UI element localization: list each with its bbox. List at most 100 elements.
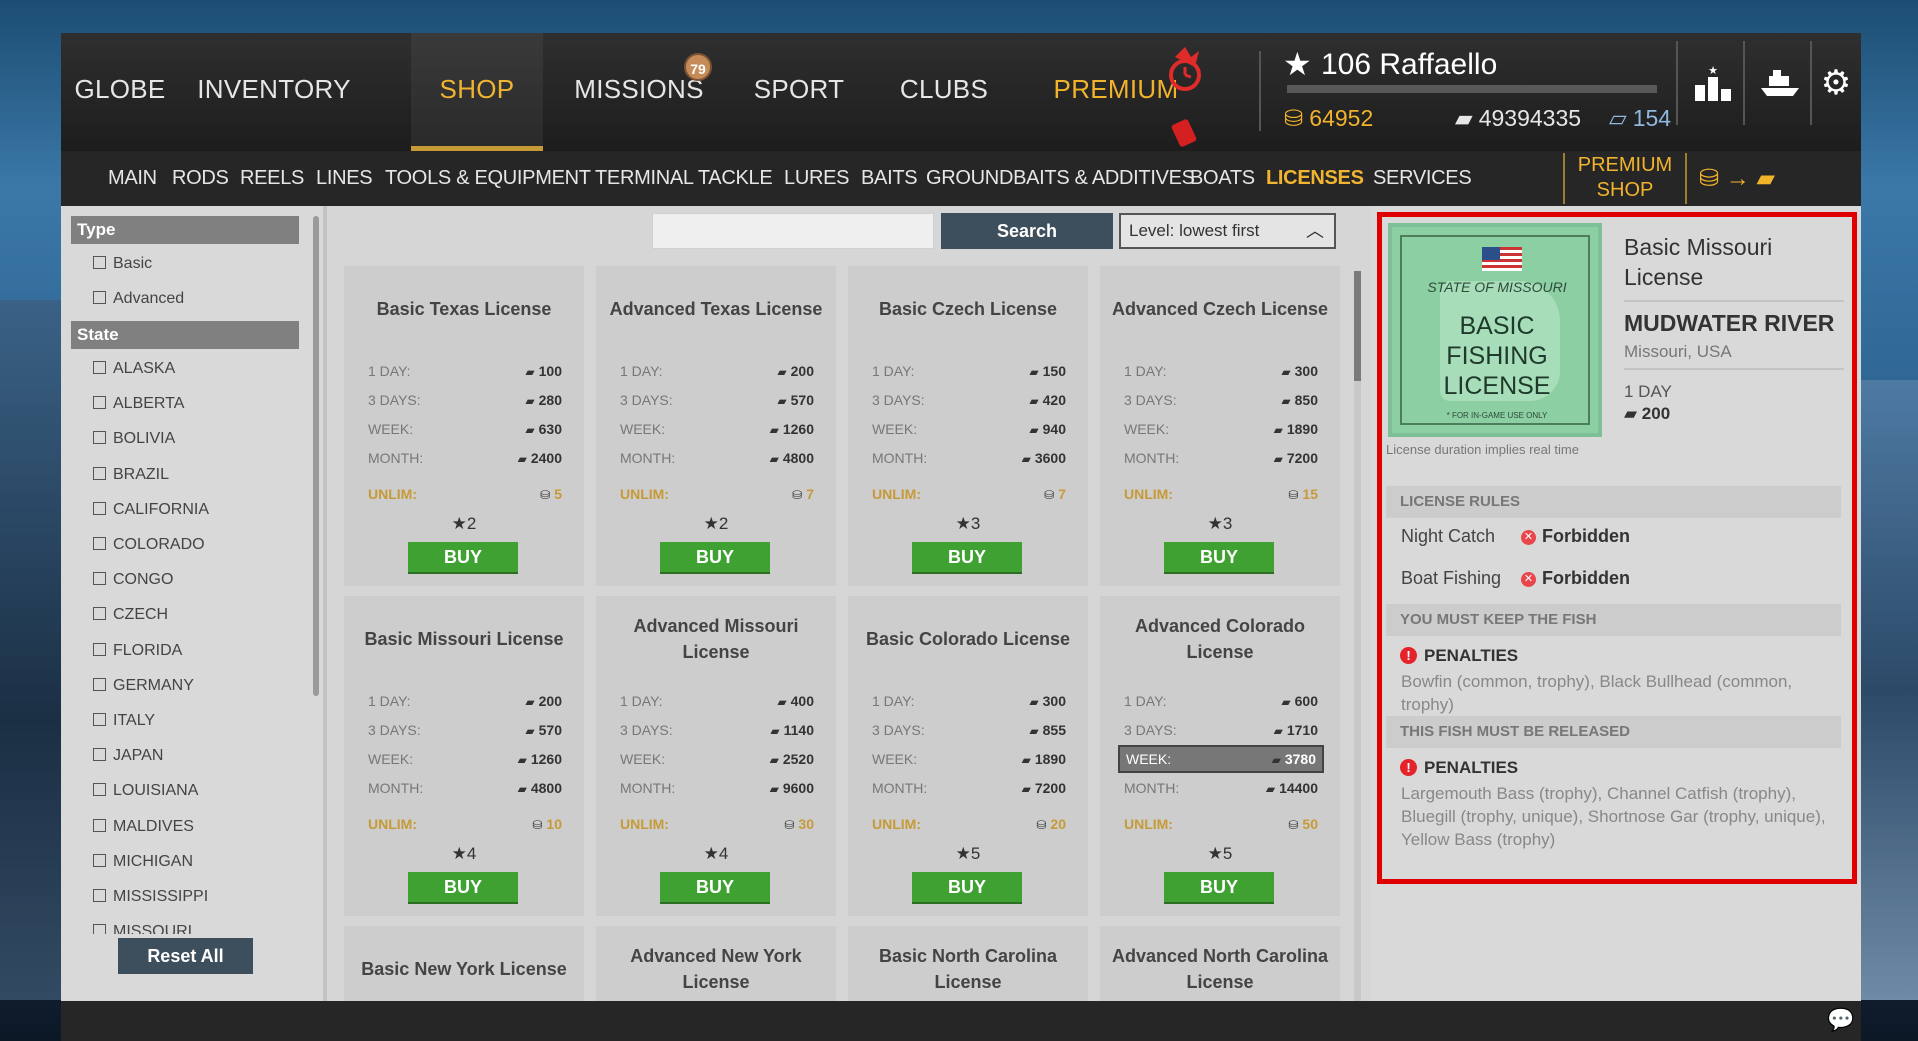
- boat-icon[interactable]: [1751, 41, 1809, 125]
- price-row-day[interactable]: 1 DAY: ▰ 150: [872, 361, 1066, 381]
- checkbox[interactable]: [93, 818, 106, 832]
- checkbox[interactable]: [93, 783, 106, 797]
- buy-button[interactable]: BUY: [1164, 872, 1274, 902]
- price-row-week[interactable]: WEEK: ▰ 1260: [368, 749, 562, 769]
- checkbox[interactable]: [93, 607, 106, 621]
- price-row-week[interactable]: WEEK: ▰ 2520: [620, 749, 814, 769]
- price-row-week[interactable]: WEEK: ▰ 940: [872, 419, 1066, 439]
- category-baits[interactable]: BAITS: [861, 151, 918, 206]
- license-card[interactable]: Basic New York License: [344, 926, 584, 1001]
- filter-state-item[interactable]: CONGO: [93, 570, 173, 590]
- license-card[interactable]: Advanced Colorado License 1 DAY: ▰ 600 3 DAY…: [1100, 596, 1340, 916]
- filter-state-item[interactable]: BOLIVIA: [93, 429, 175, 449]
- checkbox[interactable]: [93, 291, 106, 304]
- buy-button[interactable]: BUY: [1164, 542, 1274, 572]
- price-row-days3[interactable]: 3 DAYS: ▰ 855: [872, 720, 1066, 740]
- filter-state-item[interactable]: COLORADO: [93, 535, 205, 555]
- price-row-days3[interactable]: 3 DAYS: ▰ 1140: [620, 720, 814, 740]
- price-row-month[interactable]: MONTH: ▰ 3600: [872, 448, 1066, 468]
- price-row-month[interactable]: MONTH: ▰ 4800: [620, 448, 814, 468]
- checkbox[interactable]: [93, 713, 106, 726]
- checkbox[interactable]: [93, 677, 106, 691]
- checkbox[interactable]: [93, 642, 106, 656]
- license-card[interactable]: Basic Czech License 1 DAY: ▰ 150 3 DAYS: ▰ 420…: [848, 266, 1088, 586]
- price-row-unlim[interactable]: UNLIM: ⛁ 30: [620, 814, 814, 834]
- license-card[interactable]: Advanced Czech License 1 DAY: ▰ 300 3 DAYS: ▰…: [1100, 266, 1340, 586]
- filter-state-item[interactable]: ALASKA: [93, 359, 175, 379]
- category-tools-equipment[interactable]: TOOLS & EQUIPMENT: [385, 151, 591, 206]
- price-row-unlim[interactable]: UNLIM: ⛁ 5: [368, 484, 562, 504]
- category-reels[interactable]: REELS: [240, 151, 304, 206]
- price-row-unlim[interactable]: UNLIM: ⛁ 15: [1124, 484, 1318, 504]
- filter-state-item[interactable]: CALIFORNIA: [93, 500, 209, 520]
- filter-state-item[interactable]: MALDIVES: [93, 817, 194, 837]
- tab-shop[interactable]: SHOP: [411, 33, 543, 151]
- checkbox[interactable]: [93, 572, 106, 586]
- category-boats[interactable]: BOATS: [1190, 151, 1255, 206]
- price-row-day[interactable]: 1 DAY: ▰ 100: [368, 361, 562, 381]
- filter-state-item[interactable]: MISSOURI: [93, 922, 192, 935]
- license-card[interactable]: Basic Colorado License 1 DAY: ▰ 300 3 DAYS: ▰…: [848, 596, 1088, 916]
- search-button[interactable]: Search: [941, 213, 1113, 249]
- filter-state-item[interactable]: MISSISSIPPI: [93, 887, 208, 907]
- price-row-day[interactable]: 1 DAY: ▰ 400: [620, 691, 814, 711]
- leaderboard-icon[interactable]: ★: [1684, 41, 1742, 125]
- buy-button[interactable]: BUY: [408, 542, 518, 572]
- buy-button[interactable]: BUY: [408, 872, 518, 902]
- settings-gear-icon[interactable]: ⚙: [1813, 41, 1859, 125]
- checkbox[interactable]: [93, 431, 106, 445]
- price-row-unlim[interactable]: UNLIM: ⛁ 20: [872, 814, 1066, 834]
- premium-shop-button[interactable]: PREMIUM SHOP: [1563, 153, 1687, 204]
- price-row-days3[interactable]: 3 DAYS: ▰ 850: [1124, 390, 1318, 410]
- grid-scrollbar-thumb[interactable]: [1354, 271, 1361, 381]
- price-row-month[interactable]: MONTH: ▰ 7200: [1124, 448, 1318, 468]
- category-main[interactable]: MAIN: [108, 151, 157, 206]
- checkbox[interactable]: [93, 889, 106, 902]
- tab-globe[interactable]: GLOBE: [61, 33, 179, 151]
- category-licenses[interactable]: LICENSES: [1266, 151, 1364, 206]
- price-row-day[interactable]: 1 DAY: ▰ 600: [1124, 691, 1318, 711]
- license-card[interactable]: Advanced New York License: [596, 926, 836, 1001]
- license-card[interactable]: Basic Missouri License 1 DAY: ▰ 200 3 DAYS: ▰…: [344, 596, 584, 916]
- checkbox[interactable]: [93, 396, 106, 410]
- reset-all-button[interactable]: Reset All: [118, 938, 253, 974]
- filter-type-basic[interactable]: Basic: [93, 254, 152, 274]
- chat-icon[interactable]: 💬: [1827, 1007, 1855, 1033]
- filter-state-item[interactable]: MICHIGAN: [93, 852, 193, 872]
- price-row-month[interactable]: MONTH: ▰ 9600: [620, 778, 814, 798]
- category-groundbaits[interactable]: GROUNDBAITS & ADDITIVES: [926, 151, 1195, 206]
- buy-button[interactable]: BUY: [660, 542, 770, 572]
- filter-state-item[interactable]: BRAZIL: [93, 465, 169, 485]
- filter-state-item[interactable]: JAPAN: [93, 746, 163, 766]
- sort-dropdown[interactable]: Level: lowest first ︿: [1119, 213, 1336, 249]
- price-row-month[interactable]: MONTH: ▰ 14400: [1124, 778, 1318, 798]
- filter-state-item[interactable]: ITALY: [93, 711, 155, 731]
- license-card[interactable]: Advanced Missouri License 1 DAY: ▰ 400 3 DAY…: [596, 596, 836, 916]
- price-row-month[interactable]: MONTH: ▰ 4800: [368, 778, 562, 798]
- price-row-days3[interactable]: 3 DAYS: ▰ 570: [368, 720, 562, 740]
- buy-button[interactable]: BUY: [912, 872, 1022, 902]
- price-row-month[interactable]: MONTH: ▰ 7200: [872, 778, 1066, 798]
- license-card[interactable]: Basic Texas License 1 DAY: ▰ 100 3 DAYS: ▰ 280…: [344, 266, 584, 586]
- price-row-unlim[interactable]: UNLIM: ⛁ 7: [872, 484, 1066, 504]
- tab-clubs[interactable]: CLUBS: [879, 33, 1009, 151]
- price-row-days3[interactable]: 3 DAYS: ▰ 570: [620, 390, 814, 410]
- category-lines[interactable]: LINES: [316, 151, 373, 206]
- price-row-days3[interactable]: 3 DAYS: ▰ 1710: [1124, 720, 1318, 740]
- category-rods[interactable]: RODS: [172, 151, 229, 206]
- license-card[interactable]: Basic North Carolina License: [848, 926, 1088, 1001]
- checkbox[interactable]: [93, 924, 106, 935]
- filter-state-item[interactable]: GERMANY: [93, 676, 194, 696]
- category-lures[interactable]: LURES: [784, 151, 850, 206]
- filter-state-item[interactable]: FLORIDA: [93, 641, 182, 661]
- price-row-days3[interactable]: 3 DAYS: ▰ 420: [872, 390, 1066, 410]
- price-row-week[interactable]: WEEK: ▰ 1260: [620, 419, 814, 439]
- price-row-day[interactable]: 1 DAY: ▰ 200: [620, 361, 814, 381]
- category-terminal-tackle[interactable]: TERMINAL TACKLE: [595, 151, 773, 206]
- filter-state-item[interactable]: LOUISIANA: [93, 781, 198, 801]
- price-row-day[interactable]: 1 DAY: ▰ 300: [872, 691, 1066, 711]
- price-row-day[interactable]: 1 DAY: ▰ 200: [368, 691, 562, 711]
- price-row-week[interactable]: WEEK: ▰ 3780: [1118, 745, 1324, 773]
- buy-button[interactable]: BUY: [660, 872, 770, 902]
- price-row-week[interactable]: WEEK: ▰ 1890: [1124, 419, 1318, 439]
